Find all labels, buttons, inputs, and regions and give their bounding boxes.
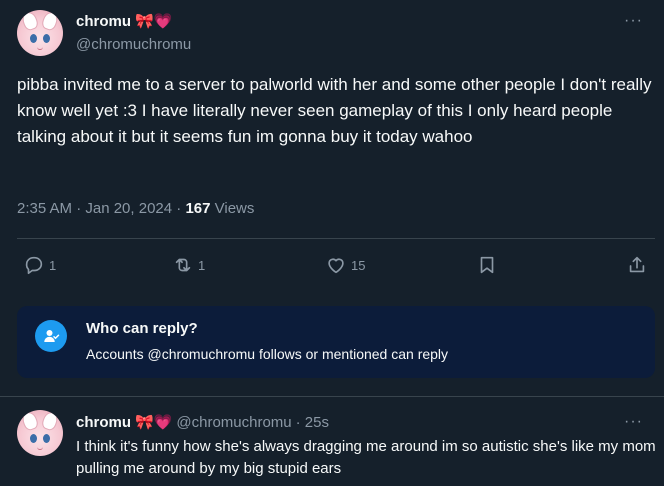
like-count: 15 [351,257,366,273]
views-label: Views [210,200,255,217]
reply-author-handle[interactable]: @chromuchromu [176,414,291,431]
avatar[interactable] [17,10,63,56]
author-emoji: 🎀💗 [135,13,173,30]
author-display-name[interactable]: chromu [76,13,131,30]
bookmark-button[interactable] [476,254,502,276]
post-meta: 2:35 AM · Jan 20, 2024 · 167 Views [17,200,254,217]
user-check-icon [35,320,67,352]
views-count: 167 [185,200,211,217]
more-options-icon[interactable]: ··· [624,12,643,30]
bookmark-icon [480,256,494,274]
divider [0,396,664,397]
reply-restriction-notice: Who can reply? Accounts @chromuchromu fo… [17,306,655,378]
reply-avatar[interactable] [17,410,63,456]
author-name-row: chromu 🎀💗 [76,12,173,31]
reply-timestamp[interactable]: · 25s [296,414,329,431]
notice-title: Who can reply? [86,320,198,337]
like-button[interactable]: 15 [325,254,365,276]
repost-count: 1 [198,257,206,273]
divider [17,238,655,239]
reply-more-options-icon[interactable]: ··· [624,413,643,431]
reply-button[interactable]: 1 [23,254,56,276]
reply-icon [25,256,43,275]
share-button[interactable] [626,254,652,276]
reply-count: 1 [49,257,57,273]
repost-icon [175,258,191,272]
heart-icon [328,258,344,274]
reply-text: I think it's funny how she's always drag… [76,438,656,477]
reply-author-emoji: 🎀💗 [135,414,173,431]
repost-button[interactable]: 1 [172,254,205,276]
post-timestamp[interactable]: 2:35 AM · Jan 20, 2024 · [17,200,185,217]
reply-author-name[interactable]: chromu [76,414,131,431]
post-text: pibba invited me to a server to palworld… [17,75,652,146]
notice-subtitle: Accounts @chromuchromu follows or mentio… [86,346,449,362]
author-handle[interactable]: @chromuchromu [76,36,191,53]
reply-header: chromu 🎀💗 @chromuchromu · 25s [76,413,329,432]
share-icon [629,256,645,273]
